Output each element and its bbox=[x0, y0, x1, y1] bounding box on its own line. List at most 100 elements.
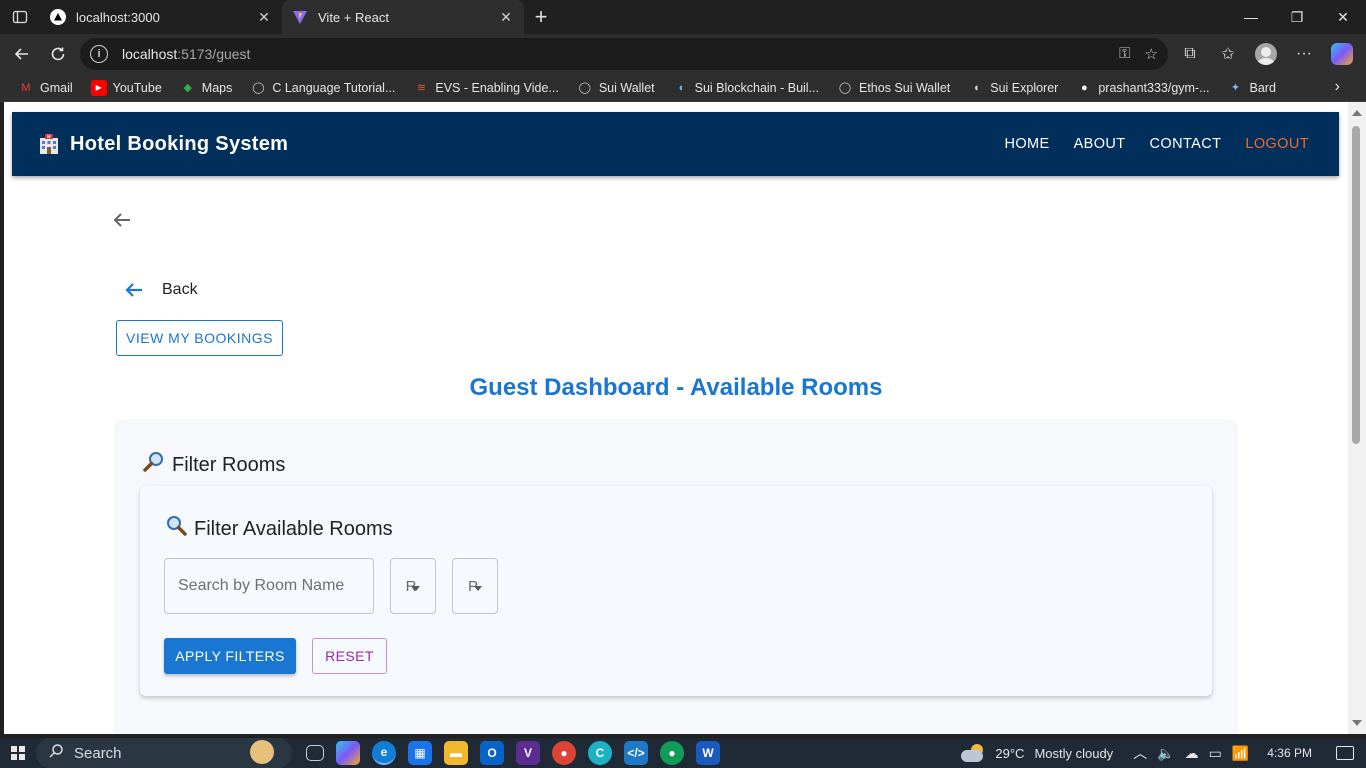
favorites-icon[interactable]: ✩ bbox=[1212, 38, 1244, 70]
app-header: H Hotel Booking System HOME ABOUT CONTAC… bbox=[12, 112, 1339, 176]
view-my-bookings-button[interactable]: VIEW MY BOOKINGS bbox=[116, 320, 283, 356]
bookmark-item[interactable]: ◯ Ethos Sui Wallet bbox=[829, 76, 958, 100]
temperature[interactable]: 29°C bbox=[995, 746, 1024, 761]
github-icon: ● bbox=[1081, 81, 1088, 94]
cloud-icon[interactable]: ☁ bbox=[1185, 745, 1199, 762]
word-icon[interactable]: W bbox=[696, 741, 720, 765]
scrollbar-thumb[interactable] bbox=[1352, 126, 1360, 444]
notifications-icon[interactable] bbox=[1336, 746, 1354, 760]
copilot-icon[interactable] bbox=[1326, 38, 1358, 70]
reload-icon[interactable] bbox=[40, 38, 76, 70]
browser-tab-active[interactable]: Vite + React ✕ bbox=[282, 0, 524, 34]
task-view-icon[interactable] bbox=[306, 745, 324, 761]
scroll-down-icon[interactable] bbox=[1352, 720, 1362, 726]
visual-studio-icon[interactable]: V bbox=[516, 741, 540, 765]
weather-text[interactable]: Mostly cloudy bbox=[1034, 746, 1113, 761]
canva-icon[interactable]: C bbox=[588, 741, 612, 765]
vite-icon bbox=[292, 9, 308, 25]
tab-title: localhost:3000 bbox=[76, 9, 160, 25]
url-text[interactable]: localhost:5173/guest bbox=[122, 46, 1119, 62]
bookmark-label: Sui Explorer bbox=[990, 80, 1059, 95]
close-tab-icon[interactable]: ✕ bbox=[256, 9, 272, 26]
taskbar-search[interactable]: Search bbox=[36, 738, 292, 768]
profile-icon[interactable] bbox=[1250, 38, 1282, 70]
edge-icon[interactable]: e bbox=[372, 741, 396, 765]
tab-actions-icon[interactable] bbox=[0, 0, 40, 34]
url-path: :5173/guest bbox=[177, 46, 251, 62]
room-name-search-input[interactable] bbox=[164, 558, 374, 614]
weather-cloudy-icon[interactable] bbox=[961, 744, 985, 762]
bookmarks-overflow-chevron-icon[interactable]: › bbox=[1335, 78, 1340, 96]
magnifier-left-icon bbox=[164, 514, 188, 544]
bookmark-item[interactable]: ● prashant333/gym-... bbox=[1068, 76, 1217, 100]
bookmark-item[interactable]: ◆ Maps bbox=[172, 76, 241, 100]
windows-start-icon[interactable] bbox=[0, 738, 36, 768]
address-bar[interactable]: i localhost:5173/guest ⚿ ☆ bbox=[80, 38, 1168, 70]
chrome-profile-icon[interactable]: ● bbox=[660, 741, 684, 765]
maps-icon: ◆ bbox=[183, 82, 193, 94]
more-options-icon[interactable]: ··· bbox=[1288, 38, 1320, 70]
restore-icon[interactable]: ❐ bbox=[1274, 0, 1320, 34]
bookmark-label: prashant333/gym-... bbox=[1098, 80, 1210, 95]
bookmark-item[interactable]: ◖ Sui Explorer bbox=[960, 76, 1066, 100]
favorite-star-icon[interactable]: ☆ bbox=[1145, 45, 1158, 63]
room-type-select[interactable]: R bbox=[390, 558, 436, 614]
clock[interactable]: 4:36 PM bbox=[1267, 746, 1312, 760]
toolbar-right: ⧉ ✩ ··· bbox=[1174, 38, 1358, 70]
bookmark-item[interactable]: ✦ Bard bbox=[1220, 76, 1284, 100]
back-nav-icon[interactable] bbox=[4, 38, 40, 70]
scroll-up-icon[interactable] bbox=[1352, 110, 1362, 116]
bookmark-item[interactable]: M Gmail bbox=[10, 76, 81, 100]
outlook-icon[interactable]: O bbox=[480, 741, 504, 765]
vscode-icon[interactable]: </> bbox=[624, 741, 648, 765]
apply-filters-button[interactable]: APPLY FILTERS bbox=[164, 638, 296, 674]
back-button[interactable]: Back bbox=[122, 278, 198, 302]
bookmarks-bar: M Gmail ▶ YouTube ◆ Maps ◯ C Language Tutorial.… bbox=[0, 74, 1366, 102]
chevron-up-icon[interactable]: ︿ bbox=[1133, 743, 1147, 763]
key-icon[interactable]: ⚿ bbox=[1119, 45, 1130, 63]
bookmark-item[interactable]: ◯ C Language Tutorial... bbox=[242, 76, 403, 100]
sparkle-icon: ✦ bbox=[1230, 82, 1241, 94]
chrome-icon[interactable]: ● bbox=[552, 741, 576, 765]
filter-available-rooms-heading: Filter Available Rooms bbox=[164, 514, 393, 544]
battery-icon[interactable]: ▭ bbox=[1209, 745, 1222, 762]
page-scrollbar[interactable] bbox=[1348, 102, 1366, 734]
store-icon[interactable]: ▦ bbox=[408, 741, 432, 765]
nav-home[interactable]: HOME bbox=[1004, 136, 1049, 152]
browser-tab[interactable]: localhost:3000 ✕ bbox=[40, 0, 282, 34]
site-info-icon[interactable]: i bbox=[90, 45, 108, 63]
bookmark-item[interactable]: ≋ EVS - Enabling Vide... bbox=[405, 76, 566, 100]
back-label: Back bbox=[162, 281, 198, 298]
bookmark-label: Bard bbox=[1249, 80, 1276, 95]
price-select[interactable]: P bbox=[452, 558, 498, 614]
nav-logout[interactable]: LOGOUT bbox=[1245, 136, 1309, 152]
wifi-icon[interactable]: 📶 bbox=[1232, 745, 1249, 762]
minimize-icon[interactable]: — bbox=[1228, 0, 1274, 34]
evs-icon: ≋ bbox=[416, 82, 426, 94]
search-icon bbox=[48, 743, 64, 763]
arrow-back-icon bbox=[122, 278, 146, 302]
extensions-icon[interactable]: ⧉ bbox=[1174, 38, 1206, 70]
close-window-icon[interactable]: ✕ bbox=[1320, 0, 1366, 34]
new-tab-button[interactable]: + bbox=[524, 0, 558, 34]
bookmark-item[interactable]: ◯ Sui Wallet bbox=[569, 76, 663, 100]
bookmark-label: Maps bbox=[201, 80, 233, 95]
globe-icon: ◯ bbox=[578, 82, 591, 94]
url-host: localhost bbox=[122, 46, 178, 62]
bookmark-label: Ethos Sui Wallet bbox=[859, 80, 951, 95]
nav-contact[interactable]: CONTACT bbox=[1150, 136, 1222, 152]
bookmark-label: YouTube bbox=[112, 80, 162, 95]
bookmark-label: Gmail bbox=[40, 80, 73, 95]
brand[interactable]: H Hotel Booking System bbox=[38, 133, 288, 156]
bookmark-item[interactable]: ◖ Sui Blockchain - Buil... bbox=[665, 76, 827, 100]
hotel-icon: H bbox=[38, 133, 60, 155]
nav-about[interactable]: ABOUT bbox=[1074, 136, 1126, 152]
copilot-app-icon[interactable] bbox=[336, 741, 360, 765]
arrow-back-icon[interactable] bbox=[110, 208, 134, 232]
bookmark-item[interactable]: ▶ YouTube bbox=[83, 76, 170, 100]
file-explorer-icon[interactable]: ▬ bbox=[444, 741, 468, 765]
speaker-icon[interactable]: 🔈 bbox=[1157, 745, 1174, 762]
vercel-triangle-icon bbox=[50, 9, 66, 25]
close-tab-icon[interactable]: ✕ bbox=[498, 9, 514, 26]
reset-button[interactable]: RESET bbox=[312, 638, 387, 674]
